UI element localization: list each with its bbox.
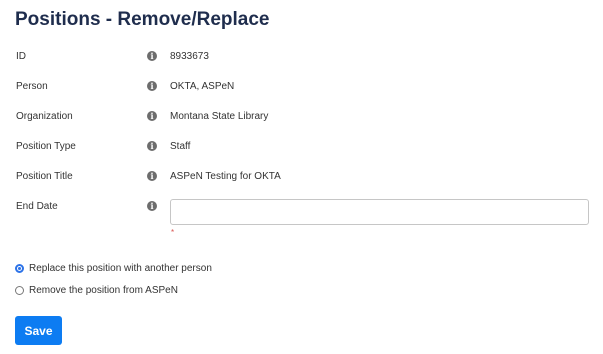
save-button[interactable]: Save — [15, 316, 62, 345]
field-value: Montana State Library — [170, 111, 269, 122]
required-indicator: * — [171, 228, 175, 237]
field-row-person: Person i OKTA, ASPeN — [0, 78, 603, 98]
info-icon[interactable]: i — [147, 171, 157, 181]
field-row-position-type: Position Type i Staff — [0, 138, 603, 158]
remove-radio[interactable] — [15, 285, 24, 295]
field-value: OKTA, ASPeN — [170, 81, 235, 92]
field-value: Staff — [170, 141, 191, 152]
field-value: 8933673 — [170, 51, 209, 62]
remove-option[interactable]: Remove the position from ASPeN — [15, 283, 178, 297]
field-label: Position Title — [16, 171, 73, 182]
field-label: Person — [16, 81, 48, 92]
info-icon[interactable]: i — [147, 141, 157, 151]
replace-radio[interactable] — [15, 263, 24, 273]
end-date-input[interactable] — [170, 199, 589, 225]
field-value: ASPeN Testing for OKTA — [170, 171, 281, 182]
replace-option-label: Replace this position with another perso… — [29, 262, 212, 274]
field-row-id: ID i 8933673 — [0, 48, 603, 68]
replace-option[interactable]: Replace this position with another perso… — [15, 261, 212, 275]
field-row-position-title: Position Title i ASPeN Testing for OKTA — [0, 168, 603, 188]
end-date-label: End Date — [16, 201, 58, 212]
field-label: Position Type — [16, 141, 76, 152]
info-icon[interactable]: i — [147, 81, 157, 91]
remove-option-label: Remove the position from ASPeN — [29, 284, 178, 296]
field-label: ID — [16, 51, 26, 62]
info-icon[interactable]: i — [147, 111, 157, 121]
info-icon[interactable]: i — [147, 51, 157, 61]
info-icon[interactable]: i — [147, 201, 157, 211]
field-label: Organization — [16, 111, 73, 122]
page-title: Positions - Remove/Replace — [15, 9, 270, 30]
field-row-organization: Organization i Montana State Library — [0, 108, 603, 128]
